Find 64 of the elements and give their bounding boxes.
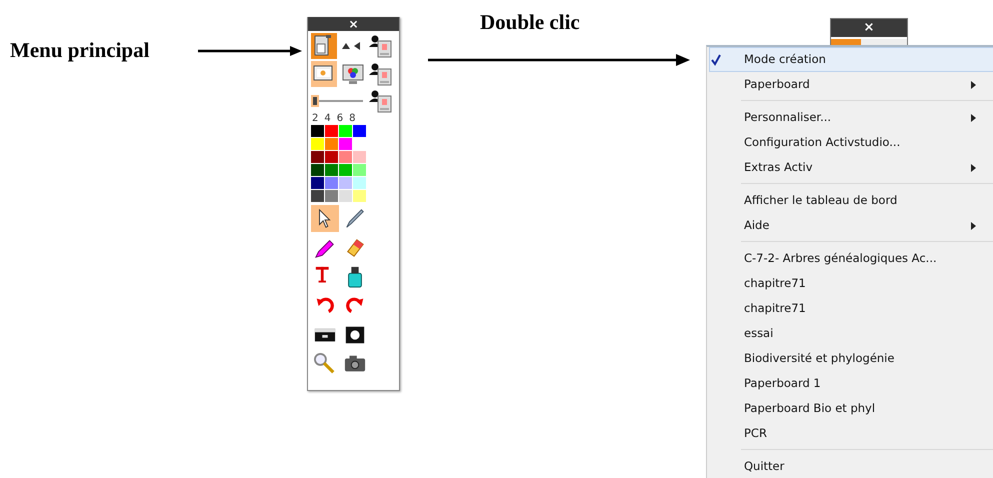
pen-icon (344, 208, 366, 230)
color-swatch[interactable] (311, 177, 324, 189)
submenu-arrow-icon (970, 222, 976, 230)
arrows-icon (340, 41, 362, 51)
menu-item[interactable]: Afficher le tableau de bord (709, 188, 993, 213)
magnifier-icon (314, 352, 336, 374)
color-swatch[interactable] (325, 125, 338, 137)
color-swatch[interactable] (311, 125, 324, 137)
thickness-slider[interactable] (311, 95, 363, 107)
eraser-icon (344, 236, 366, 258)
size-label: 2 (312, 113, 318, 124)
color-swatch[interactable] (353, 151, 366, 163)
menu-item[interactable]: essai (709, 321, 993, 346)
color-swatch[interactable] (353, 164, 366, 176)
color-swatch[interactable] (311, 138, 324, 150)
color-swatch[interactable] (353, 125, 366, 137)
menu-item[interactable]: Aide (709, 213, 993, 238)
tool-button[interactable] (311, 33, 337, 59)
caption: Menu principal (10, 40, 150, 61)
color-swatch[interactable] (339, 125, 352, 137)
color-swatch[interactable] (325, 138, 338, 150)
submenu-arrow-icon (970, 114, 976, 122)
user-page-icon (369, 89, 393, 113)
user-page-icon (369, 62, 393, 86)
slider-thumb[interactable] (311, 95, 319, 107)
color-swatch[interactable] (311, 164, 324, 176)
menu-item[interactable]: Paperboard Bio et phyl (709, 396, 993, 421)
color-swatch[interactable] (325, 190, 338, 202)
color-swatch[interactable] (325, 177, 338, 189)
menu-item[interactable]: Quitter (709, 454, 993, 478)
menu-item[interactable]: Paperboard (709, 72, 993, 97)
color-swatch[interactable] (311, 190, 324, 202)
color-swatch[interactable] (339, 177, 352, 189)
menu-item[interactable]: Configuration Activstudio... (709, 130, 993, 155)
color-swatch[interactable] (353, 190, 366, 202)
color-swatch[interactable] (339, 190, 352, 202)
menu-item[interactable]: Biodiversité et phylogénie (709, 346, 993, 371)
menu-item[interactable]: chapitre71 (709, 296, 993, 321)
menu-item[interactable]: C-7-2- Arbres généalogiques Ac... (709, 246, 993, 271)
color-swatch[interactable] (325, 151, 338, 163)
menu-item[interactable]: Personnaliser... (709, 105, 993, 130)
close-button[interactable]: × (831, 19, 907, 37)
size-label: 8 (349, 113, 356, 124)
user-page-icon (369, 34, 393, 58)
menu-item[interactable]: Mode création (709, 47, 993, 72)
color-swatch[interactable] (325, 164, 338, 176)
submenu-arrow-icon (970, 80, 976, 88)
size-label: 6 (336, 113, 344, 124)
menu-item[interactable]: Extras Activ (709, 155, 993, 180)
color-swatch[interactable] (339, 138, 352, 150)
menu-item[interactable]: Paperboard 1 (709, 371, 993, 396)
size-label: 4 (324, 113, 331, 124)
color-swatch[interactable] (353, 177, 366, 189)
color-swatch[interactable] (311, 151, 324, 163)
menu-item[interactable]: PCR (709, 421, 993, 446)
tool-button[interactable] (311, 61, 337, 87)
submenu-arrow-icon (970, 164, 976, 172)
tool-button[interactable] (311, 205, 339, 232)
check-icon (710, 54, 722, 66)
color-swatch[interactable] (339, 151, 352, 163)
close-button[interactable]: × (308, 17, 399, 31)
caption: Double clic (480, 12, 580, 33)
color-swatch[interactable] (339, 164, 352, 176)
menu-item[interactable]: chapitre71 (709, 271, 993, 296)
